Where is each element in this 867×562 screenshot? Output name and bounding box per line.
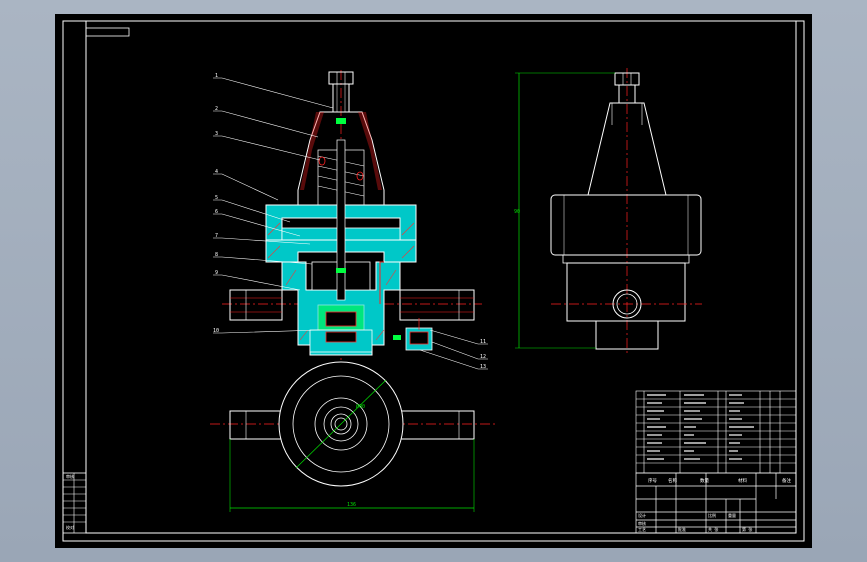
header-no: 序号 (648, 477, 657, 484)
balloon-4: 4 (215, 169, 218, 175)
balloon-5: 5 (215, 195, 218, 201)
balloon-12: 12 (480, 354, 486, 360)
label-weight: 重量 (728, 512, 736, 518)
label-sheets: 共 张 (708, 526, 718, 532)
header-remark: 备注 (782, 477, 791, 484)
strip-text-bottom: 校对 (66, 524, 74, 530)
balloon-11: 11 (480, 339, 486, 345)
label-scale: 比例 (708, 512, 716, 518)
height-dim-label: 90 (514, 209, 520, 215)
label-approve: 批准 (678, 526, 686, 532)
balloon-1: 1 (215, 73, 218, 79)
paper (55, 14, 812, 548)
balloon-13: 13 (480, 364, 486, 370)
diameter-dim-label: Ø90 (356, 403, 365, 410)
label-process: 工艺 (638, 527, 646, 532)
label-design: 设计 (638, 512, 646, 518)
balloon-7: 7 (215, 233, 218, 239)
balloon-6: 6 (215, 209, 218, 215)
drawing-sheet: 审核 校对 1 2 3 4 5 6 7 8 9 10 11 12 13 90 Ø… (55, 14, 812, 548)
balloon-9: 9 (215, 270, 218, 276)
cad-viewport[interactable]: 审核 校对 1 2 3 4 5 6 7 8 9 10 11 12 13 90 Ø… (0, 0, 867, 562)
balloon-8: 8 (215, 252, 218, 258)
label-sheet: 第 张 (742, 526, 752, 532)
balloon-2: 2 (215, 106, 218, 112)
label-review: 审核 (638, 520, 646, 526)
balloon-10: 10 (213, 328, 219, 334)
width-dim-label: 136 (347, 502, 356, 508)
header-qty: 数量 (700, 477, 709, 484)
strip-text-top: 审核 (66, 473, 74, 479)
header-material: 材料 (738, 477, 747, 484)
balloon-3: 3 (215, 131, 218, 137)
